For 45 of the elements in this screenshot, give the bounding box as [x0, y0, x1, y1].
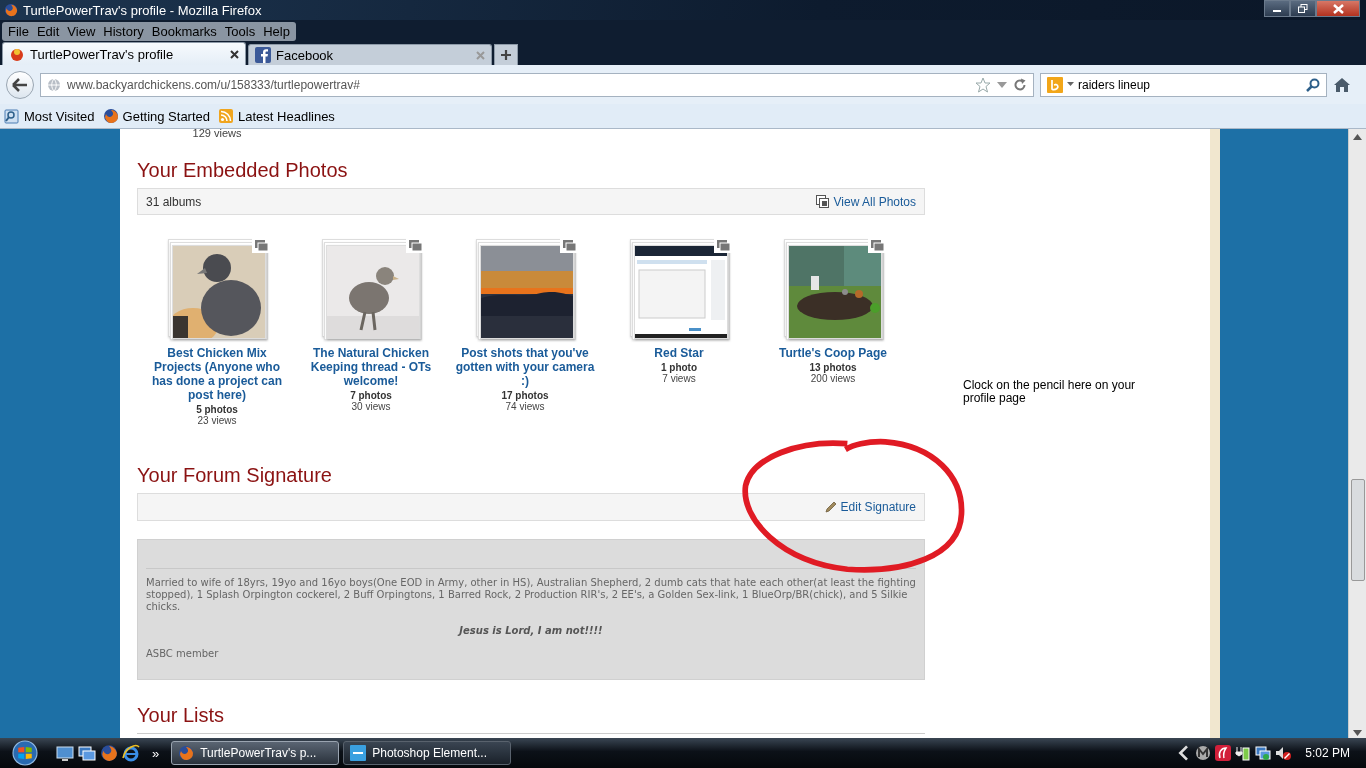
window-title: TurtlePowerTrav's profile - Mozilla Firefox	[23, 2, 263, 18]
view-count: 30 views	[351, 401, 391, 413]
view-all-photos-link[interactable]: View All Photos	[815, 194, 916, 209]
annotation-note: Clock on the pencil here on your profile page	[963, 379, 1137, 405]
view-count: 74 views	[505, 401, 545, 413]
photo-count: 17 photos	[501, 390, 549, 402]
search-field[interactable]: raiders lineup	[1040, 72, 1327, 97]
view-count: 23 views	[197, 415, 237, 427]
album-title-link[interactable]: Best Chicken Mix Projects (Anyone who has done a project can post here)	[147, 346, 287, 403]
signature-text: Married to wife of 18yrs, 19yo and 16yo boys(One EOD in Army, other in HS), Australian Shepherd, 2 dumb cats that hate each other(at least the fighting stopped), 1 Splash Orpington cockerel, 2 Buff Orpingtons, 1 Barred Rock, 2 Production RIR's, 2 EE's, a Golden Sex-link, 1 BlueOrp/BR(chick), and 5 Silkie chicks.	[146, 576, 916, 613]
bookmark-link[interactable]: Getting Started	[102, 108, 211, 124]
menu-item[interactable]: Bookmarks	[147, 23, 221, 39]
photo-count: 7 photos	[350, 390, 392, 402]
menu-item[interactable]: Help	[259, 23, 294, 39]
photo-count: 5 photos	[196, 404, 238, 416]
view-count: 7 views	[662, 373, 696, 385]
bookmark-link[interactable]: Latest Headlines	[218, 108, 335, 124]
album-title-link[interactable]: Post shots that you've gotten with your camera :)	[455, 346, 595, 389]
menu-item[interactable]: View	[63, 23, 100, 39]
edit-signature-link[interactable]: Edit Signature	[823, 500, 916, 515]
menu-item[interactable]: History	[99, 23, 148, 39]
address-bar[interactable]: www.backyardchickens.com/u/158333/turtlepowertrav#	[40, 72, 1034, 97]
taskbar-button[interactable]: Photoshop Element...	[343, 741, 512, 765]
signature-motto: Jesus is Lord, I am not!!!!	[456, 624, 604, 636]
clock[interactable]: 5:02 PM	[1305, 746, 1350, 760]
taskbar-button[interactable]: TurtlePowerTrav's p...	[171, 741, 340, 765]
browser-tab[interactable]: Facebook	[248, 44, 492, 65]
photo-count: 13 photos	[809, 362, 857, 374]
album-title-link[interactable]: Red Star	[609, 346, 749, 361]
album-title-link[interactable]: The Natural Chicken Keeping thread - OTs welcome!	[301, 346, 441, 389]
bookmark-link[interactable]: Most Visited	[4, 108, 95, 124]
browser-tab[interactable]: TurtlePowerTrav's profile	[2, 42, 246, 65]
view-count: 200 views	[810, 373, 856, 385]
section-heading: Your Lists	[137, 704, 226, 728]
album-count: 31 albums	[146, 194, 202, 209]
album-title-link[interactable]: Turtle's Coop Page	[763, 346, 903, 361]
view-count: 129 views	[191, 129, 243, 139]
photo-count: 1 photo	[660, 362, 698, 374]
section-heading: Your Embedded Photos	[137, 159, 349, 182]
menu-item[interactable]: Edit	[32, 23, 64, 39]
signature-footer: ASBC member	[146, 647, 916, 659]
menu-item[interactable]: Tools	[220, 23, 260, 39]
overflow-chevron[interactable]: »	[152, 745, 160, 761]
menu-item[interactable]: File	[4, 23, 33, 39]
section-heading: Your Forum Signature	[137, 464, 333, 488]
